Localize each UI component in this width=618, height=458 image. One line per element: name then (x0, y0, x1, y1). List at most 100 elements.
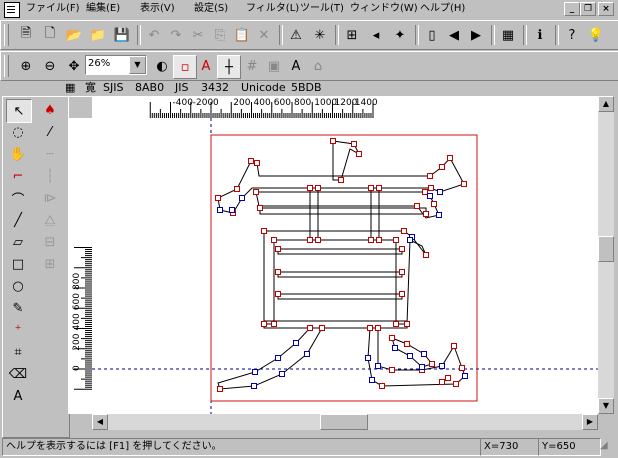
undo-icon[interactable]: ↶ (143, 24, 165, 46)
restore-button[interactable]: ❐ (580, 2, 596, 16)
chevron-down-icon[interactable]: ▼ (129, 56, 146, 74)
vertical-scroll-thumb[interactable] (598, 236, 614, 262)
outline-warning-icon[interactable]: ⚠ (285, 24, 307, 46)
open-folder-icon[interactable]: 📂 (63, 24, 85, 46)
off-curve-point (436, 212, 442, 218)
redo-icon[interactable]: ↷ (165, 24, 187, 46)
new-file-icon[interactable]: 🗋 (39, 24, 61, 46)
menu-view[interactable]: 表示(V) (140, 2, 175, 16)
paint-tool-icon[interactable]: ♠ (38, 99, 62, 121)
fill-bucket-icon[interactable]: ◐ (151, 55, 173, 77)
contour-path (277, 271, 403, 278)
point-convert-icon[interactable]: ⌗ (6, 341, 30, 363)
menu-window[interactable]: ウィンドウ(W) (350, 2, 418, 16)
horizontal-scroll-thumb[interactable] (320, 414, 368, 430)
menu-edit[interactable]: 編集(E) (86, 2, 120, 16)
save-icon[interactable]: 💾 (111, 24, 133, 46)
on-curve-point (307, 237, 313, 243)
text-tool-icon[interactable]: A (6, 385, 30, 407)
ellipse-icon[interactable]: ○ (6, 275, 30, 297)
scroll-corner (598, 414, 614, 430)
open-edit-icon[interactable]: 📁 (87, 24, 109, 46)
page-icon[interactable]: ▯ (421, 24, 443, 46)
on-curve-point (253, 189, 259, 195)
background-image-icon[interactable]: ▣ (263, 55, 285, 77)
outline-a-icon[interactable]: A (195, 55, 217, 77)
scroll-right-icon[interactable]: ▶ (582, 414, 598, 430)
vertical-scrollbar[interactable]: ▲ ▼ (598, 96, 614, 414)
polygon-icon[interactable]: ▱ (6, 231, 30, 253)
status-bar: ヘルプを表示するには [F1] を押してください。 X=730 Y=650 ◢ (0, 436, 618, 456)
next-glyph-icon[interactable]: ✦ (389, 24, 411, 46)
menu-tools[interactable]: ツール(T) (300, 2, 344, 16)
menu-filter[interactable]: フィルタ(L) (246, 2, 299, 16)
on-curve-point (451, 343, 457, 349)
reference-glyph-icon[interactable]: A (285, 55, 307, 77)
glyph-outline[interactable] (92, 118, 598, 414)
point-add-icon[interactable]: ⁺ (6, 319, 30, 341)
line-icon[interactable]: ╱ (6, 209, 30, 231)
dotted-line-icon[interactable]: ┄ (38, 143, 62, 165)
toolbar-grip[interactable] (4, 24, 9, 46)
prev-glyph-icon[interactable]: ◂ (365, 24, 387, 46)
scroll-down-icon[interactable]: ▼ (598, 398, 614, 414)
document-icon[interactable] (4, 2, 20, 18)
off-curve-point (421, 351, 427, 357)
sparkle-icon[interactable]: ✳ (309, 24, 331, 46)
on-curve-point (234, 186, 240, 192)
off-curve-point (407, 237, 413, 243)
show-points-icon[interactable]: ▫ (173, 55, 197, 79)
zoom-in-icon[interactable]: ⊕ (15, 55, 37, 77)
glyph-canvas[interactable] (92, 118, 598, 414)
zoom-select[interactable]: 26% ▼ (85, 55, 147, 75)
menu-settings[interactable]: 設定(S) (194, 2, 228, 16)
scroll-up-icon[interactable]: ▲ (598, 96, 614, 112)
minimize-button[interactable]: _ (564, 2, 580, 16)
off-curve-point (392, 345, 398, 351)
align-icon[interactable]: ⊟ (38, 231, 62, 253)
knife-icon[interactable]: ⁄ (38, 121, 62, 143)
lasso-icon[interactable]: ◌ (6, 121, 30, 143)
flip-vertical-icon[interactable]: ⧋ (38, 209, 62, 231)
menu-help[interactable]: ヘルプ(H) (420, 2, 465, 16)
tips-icon[interactable]: 💡 (585, 24, 607, 46)
fit-window-icon[interactable]: ✥ (63, 55, 85, 77)
on-curve-point (459, 365, 465, 371)
distribute-icon[interactable]: ⊞ (38, 253, 62, 275)
off-curve-point (252, 369, 258, 375)
eraser-icon[interactable]: ⌫ (6, 363, 30, 385)
new-glyph-icon[interactable]: 🗎 (15, 24, 37, 46)
resize-grip-icon[interactable]: ◢ (600, 440, 614, 454)
pencil-icon[interactable]: ✎ (6, 297, 30, 319)
grid-icon[interactable]: # (241, 55, 263, 77)
guideline-icon[interactable]: ┼ (217, 55, 241, 79)
zoom-out-icon[interactable]: ⊖ (39, 55, 61, 77)
rectangle-icon[interactable]: □ (6, 253, 30, 275)
menu-file[interactable]: ファイル(F) (26, 2, 80, 16)
dotted-vline-icon[interactable]: ┆ (38, 165, 62, 187)
copy-icon[interactable]: ⎘ (209, 24, 231, 46)
cut-icon[interactable]: ✂ (187, 24, 209, 46)
main-toolbar: 🗎 🗋 📂 📁 💾 ↶ ↷ ✂ ⎘ 📋 ✕ ⚠ ✳ ⊞ ◂ ✦ ▯ ◀ ▶ ▦ … (0, 20, 618, 50)
on-curve-point (217, 386, 223, 392)
info-icon[interactable]: ℹ (529, 24, 551, 46)
arrow-right-icon[interactable]: ▶ (465, 24, 487, 46)
help-cursor-icon[interactable]: ? (561, 24, 583, 46)
lock-icon[interactable]: ⌂ (307, 55, 329, 77)
ruler-label: 600 (72, 293, 82, 310)
toolbar-grip[interactable] (4, 55, 9, 77)
select-arrow-icon[interactable]: ↖ (6, 99, 32, 123)
horizontal-scrollbar[interactable]: ◀ ▶ (92, 414, 598, 430)
paste-icon[interactable]: 📋 (231, 24, 253, 46)
on-curve-point (338, 177, 344, 183)
hand-icon[interactable]: ✋ (6, 143, 30, 165)
close-button[interactable]: × (598, 2, 614, 16)
arrow-left-icon[interactable]: ◀ (443, 24, 465, 46)
curve-icon[interactable]: ⌒ (6, 187, 30, 209)
add-point-icon[interactable]: ⌐ (6, 165, 30, 187)
add-glyph-icon[interactable]: ⊞ (341, 24, 363, 46)
flip-horizontal-icon[interactable]: ⧐ (38, 187, 62, 209)
delete-icon[interactable]: ✕ (253, 24, 275, 46)
grid-table-icon[interactable]: ▦ (497, 24, 519, 46)
scroll-left-icon[interactable]: ◀ (92, 414, 108, 430)
